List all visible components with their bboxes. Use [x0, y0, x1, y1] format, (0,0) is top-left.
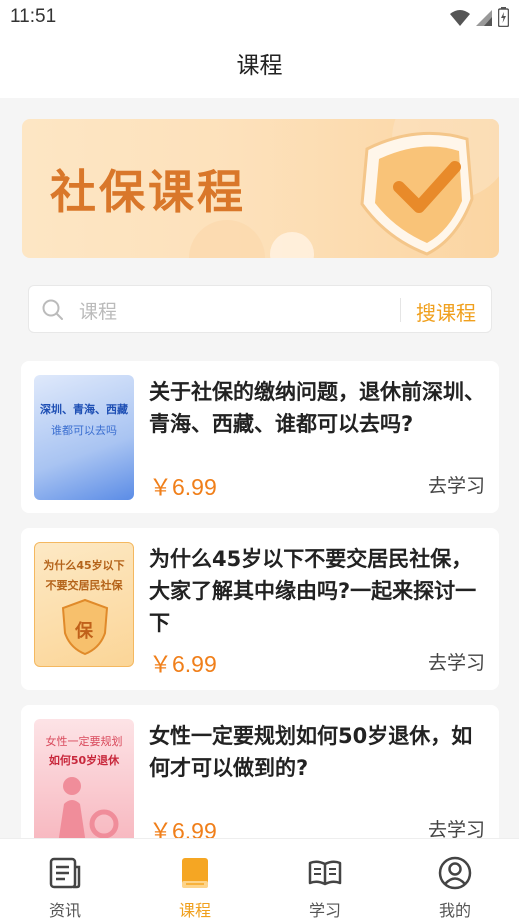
banner[interactable]: 社保课程: [22, 119, 499, 258]
tab-label: 课程: [178, 901, 211, 920]
news-icon: [49, 857, 81, 889]
course-card[interactable]: 深圳、青海、西藏 谁都可以去吗 关于社保的缴纳问题，退休前深圳、青海、西藏、谁都…: [21, 361, 499, 513]
search-input[interactable]: 课程: [79, 297, 117, 324]
thumb-text: 为什么45岁以下: [43, 559, 125, 572]
course-thumbnail: 女性一定要规划 如何50岁退休: [34, 719, 134, 844]
thumb-text: 如何50岁退休: [48, 754, 120, 767]
status-bar: 11:51: [0, 0, 519, 38]
search-icon: [42, 299, 63, 320]
book-icon: [182, 858, 208, 888]
tab-label: 资讯: [48, 901, 81, 920]
wifi-icon: [450, 10, 470, 26]
course-price: ￥6.99: [149, 651, 217, 677]
study-button[interactable]: 去学习: [428, 648, 485, 675]
open-book-icon: [308, 860, 342, 886]
tab-study[interactable]: 学习: [260, 839, 390, 924]
status-time: 11:51: [10, 6, 57, 27]
tab-label: 我的: [438, 901, 471, 920]
course-thumbnail: 深圳、青海、西藏 谁都可以去吗: [34, 375, 134, 500]
woman-figure-icon: [58, 777, 119, 844]
study-button[interactable]: 去学习: [428, 471, 485, 498]
course-title[interactable]: 为什么45岁以下不要交居民社保，大家了解其中缘由吗?一起来探讨一下: [149, 543, 489, 639]
thumb-badge: 保: [75, 621, 93, 642]
search-button[interactable]: 搜课程: [416, 297, 476, 326]
header: 课程: [0, 38, 519, 98]
thumb-text: 深圳、青海、西藏: [40, 403, 128, 416]
course-card[interactable]: 为什么45岁以下 不要交居民社保 保 为什么45岁以下不要交居民社保，大家了解其…: [21, 528, 499, 690]
bottom-tab-bar: 资讯 课程 学习 我的: [0, 838, 519, 924]
thumb-text: 女性一定要规划: [45, 735, 123, 748]
system-icons: [450, 7, 509, 27]
thumb-text: 不要交居民社保: [45, 579, 123, 592]
shield-check-icon: [360, 131, 474, 256]
search-bar[interactable]: 课程 搜课程: [28, 285, 492, 333]
user-icon: [438, 856, 472, 890]
course-title[interactable]: 关于社保的缴纳问题，退休前深圳、青海、西藏、谁都可以去吗?: [149, 376, 489, 440]
tab-news[interactable]: 资讯: [0, 839, 130, 924]
tab-mine[interactable]: 我的: [390, 839, 519, 924]
course-title[interactable]: 女性一定要规划如何50岁退休，如何才可以做到的?: [149, 720, 489, 784]
signal-icon: [476, 10, 492, 26]
thumb-text: 谁都可以去吗: [51, 424, 117, 437]
search-divider: [400, 298, 401, 322]
tab-label: 学习: [308, 901, 341, 920]
tab-courses[interactable]: 课程: [130, 839, 260, 924]
course-thumbnail: 为什么45岁以下 不要交居民社保 保: [34, 542, 134, 667]
battery-icon: [498, 7, 509, 27]
banner-title: 社保课程: [50, 165, 246, 219]
course-price: ￥6.99: [149, 474, 217, 500]
page-title: 课程: [236, 53, 283, 79]
